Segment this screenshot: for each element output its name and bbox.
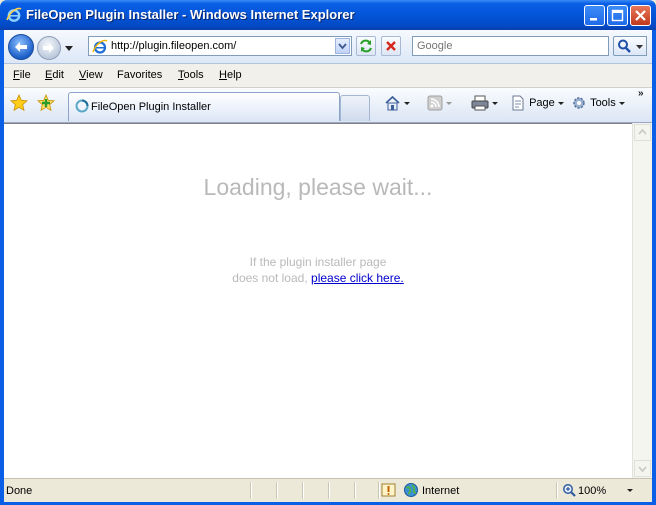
window-title: FileOpen Plugin Installer - Windows Inte… (26, 7, 355, 22)
zoom-level[interactable]: 100% (578, 485, 606, 497)
status-divider (250, 482, 252, 499)
chevron-down-icon[interactable] (627, 489, 633, 492)
address-url[interactable]: http://plugin.fileopen.com/ (111, 40, 236, 52)
printer-icon (471, 95, 489, 111)
navigation-bar: http://plugin.fileopen.com/ (4, 30, 652, 64)
menu-file-label: ile (19, 69, 31, 81)
status-divider (556, 482, 558, 499)
menu-edit[interactable]: Edit (45, 69, 64, 81)
home-icon (385, 95, 400, 111)
click-here-link[interactable]: please click here. (311, 271, 404, 285)
gear-icon (573, 97, 585, 109)
vertical-scrollbar[interactable] (632, 123, 652, 478)
back-button[interactable] (8, 34, 34, 60)
search-button[interactable] (613, 36, 635, 56)
title-bar[interactable]: FileOpen Plugin Installer - Windows Inte… (0, 0, 656, 30)
search-options-button[interactable] (634, 36, 647, 56)
chevron-down-icon (404, 101, 410, 105)
menu-view-label: iew (86, 69, 103, 81)
chevron-down-icon (338, 43, 347, 50)
menu-tools[interactable]: Tools (178, 69, 204, 81)
more-commands-chevron[interactable]: » (638, 88, 644, 99)
menu-help[interactable]: Help (219, 69, 242, 81)
chevron-down-icon (492, 101, 498, 105)
fallback-message-line2: does not load, please click here. (4, 271, 632, 285)
address-dropdown-button[interactable] (335, 38, 350, 54)
back-arrow-icon (15, 42, 27, 52)
chevron-up-icon (638, 128, 647, 135)
loading-spinner-icon (75, 99, 89, 113)
menu-edit-label: dit (52, 69, 64, 81)
tab-active[interactable]: FileOpen Plugin Installer (68, 92, 340, 121)
tools-menu-button[interactable]: Tools (571, 95, 625, 113)
menu-help-label: elp (226, 69, 242, 81)
close-icon (635, 10, 646, 21)
tab-title: FileOpen Plugin Installer (91, 101, 211, 113)
maximize-button[interactable] (607, 5, 628, 26)
fallback-message-text: does not load, (232, 271, 308, 285)
rss-feed-icon (427, 95, 443, 111)
chevron-down-icon (446, 101, 452, 105)
menu-help-accelerator: H (219, 69, 227, 81)
menu-favorites[interactable]: Favorites (117, 69, 162, 81)
page-icon (512, 95, 524, 111)
status-divider (354, 482, 356, 499)
tools-menu-label: Tools (590, 97, 616, 109)
star-icon[interactable] (10, 94, 28, 112)
status-text: Done (6, 485, 33, 497)
minimize-button[interactable] (584, 5, 605, 26)
chevron-down-icon (636, 45, 643, 49)
print-button[interactable] (471, 95, 498, 113)
maximize-icon (611, 9, 624, 22)
page-content: Loading, please wait... If the plugin in… (4, 123, 632, 479)
stop-icon (386, 41, 396, 51)
security-zone-label: Internet (422, 485, 460, 497)
stop-button[interactable] (381, 36, 401, 56)
address-bar[interactable]: http://plugin.fileopen.com/ (88, 36, 352, 56)
home-button[interactable] (384, 95, 410, 113)
tab-command-bar: FileOpen Plugin Installer Page Tools » (4, 88, 652, 123)
scroll-up-button[interactable] (634, 124, 651, 141)
page-menu-label: Page (529, 97, 555, 109)
refresh-button[interactable] (356, 36, 376, 56)
add-favorite-icon[interactable] (37, 94, 55, 112)
scroll-down-button[interactable] (634, 460, 651, 477)
status-divider (302, 482, 304, 499)
chevron-down-icon (65, 46, 73, 51)
recent-pages-dropdown[interactable] (65, 43, 73, 55)
chevron-down-icon (638, 466, 647, 473)
refresh-icon (360, 39, 372, 53)
protected-mode-icon[interactable] (381, 482, 397, 498)
globe-icon (404, 483, 418, 497)
forward-button[interactable] (37, 36, 61, 60)
menu-tools-label: ools (183, 69, 204, 81)
menu-file-accelerator: F (13, 69, 20, 81)
menu-favorites-first: F (117, 69, 124, 81)
menu-view[interactable]: View (79, 69, 103, 81)
window-frame-right (652, 30, 656, 505)
status-divider (328, 482, 330, 499)
magnifier-icon (618, 39, 631, 53)
feeds-button[interactable] (427, 95, 452, 113)
minimize-icon (590, 18, 597, 21)
status-divider (378, 482, 380, 499)
fallback-message-line1: If the plugin installer page (249, 255, 387, 269)
chevron-down-icon (618, 101, 625, 105)
zoom-magnifier-icon[interactable] (562, 483, 577, 498)
forward-arrow-icon (43, 43, 54, 53)
menu-favorites-label: avorites (123, 69, 163, 81)
chevron-down-icon (557, 101, 564, 105)
new-tab-button[interactable] (340, 95, 370, 121)
ie-logo-icon (92, 39, 108, 54)
page-menu-button[interactable]: Page (510, 95, 564, 113)
menu-bar: File Edit View Favorites Tools Help (4, 64, 652, 88)
status-bar: Done Internet 100% (4, 478, 652, 502)
status-divider (276, 482, 278, 499)
search-input[interactable] (412, 36, 609, 56)
ie-logo-icon (6, 7, 22, 22)
menu-file[interactable]: File (13, 69, 31, 81)
close-button[interactable] (630, 5, 651, 26)
loading-heading: Loading, please wait... (203, 174, 433, 200)
